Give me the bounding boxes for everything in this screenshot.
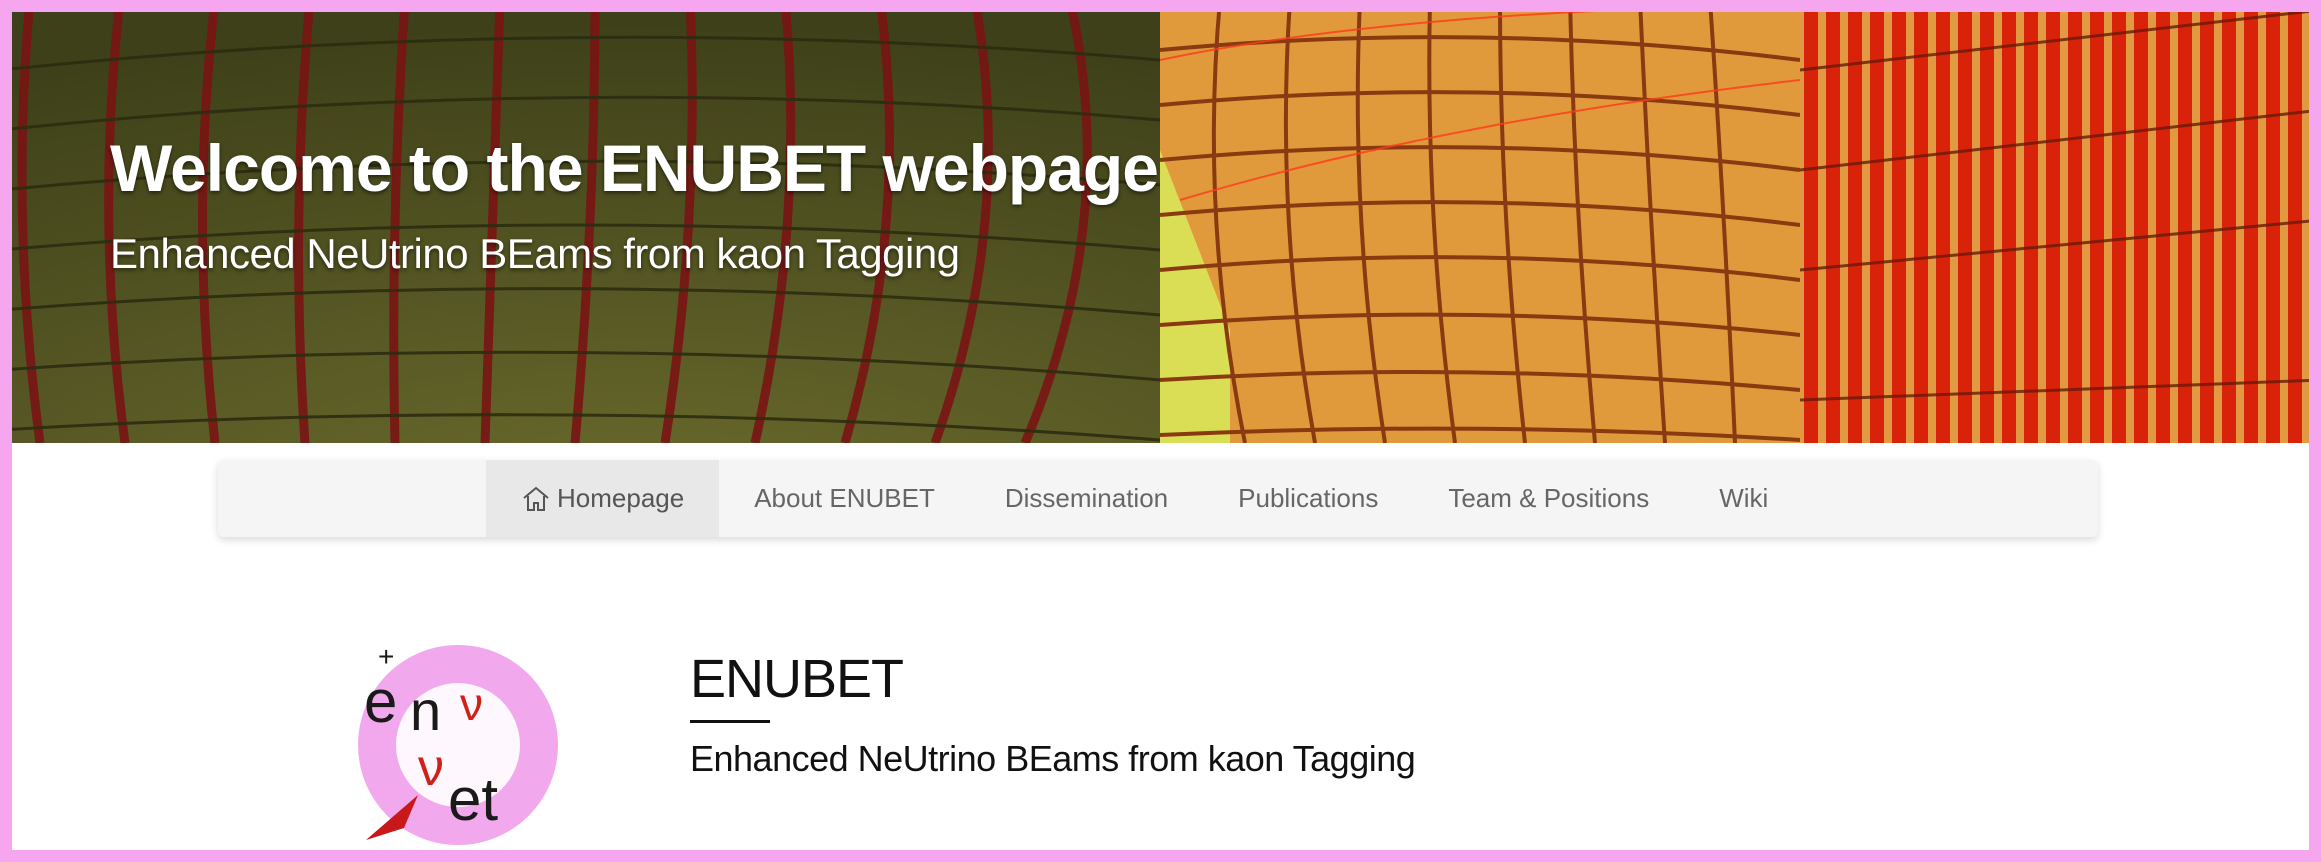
page-title: ENUBET bbox=[690, 649, 904, 709]
svg-text:e: e bbox=[364, 668, 397, 735]
nav-item-label: Publications bbox=[1238, 483, 1379, 513]
nav-item-label: Homepage bbox=[557, 483, 685, 513]
nav-item-wiki[interactable]: Wiki bbox=[1684, 460, 1803, 537]
nav-item-label: Team & Positions bbox=[1448, 483, 1650, 513]
nav-item-label: About ENUBET bbox=[754, 483, 935, 513]
nav-item-dissemination[interactable]: Dissemination bbox=[970, 460, 1203, 537]
hero-title: Welcome to the ENUBET webpage bbox=[110, 131, 1159, 205]
hero-banner: Welcome to the ENUBET webpage Enhanced N… bbox=[0, 0, 2321, 443]
title-underline bbox=[690, 720, 770, 723]
svg-text:n: n bbox=[410, 679, 441, 742]
home-icon bbox=[523, 486, 549, 511]
nav-item-publications[interactable]: Publications bbox=[1203, 460, 1413, 537]
enubet-logo: e + n ν ν et bbox=[358, 641, 558, 845]
hero-subtitle: Enhanced NeUtrino BEams from kaon Taggin… bbox=[110, 230, 960, 277]
page-subtitle: Enhanced NeUtrino BEams from kaon Taggin… bbox=[690, 738, 1416, 779]
main-navbar: Homepage About ENUBET Dissemination Publ… bbox=[218, 460, 2098, 537]
svg-text:ν: ν bbox=[418, 739, 444, 797]
nav-item-homepage[interactable]: Homepage bbox=[486, 460, 720, 537]
nav-item-label: Wiki bbox=[1719, 483, 1769, 513]
nav-item-label: Dissemination bbox=[1004, 483, 1169, 513]
navbar-spacer bbox=[218, 460, 486, 537]
nav-item-about[interactable]: About ENUBET bbox=[719, 460, 970, 537]
nav-item-team-positions[interactable]: Team & Positions bbox=[1413, 460, 1684, 537]
svg-text:+: + bbox=[378, 641, 394, 672]
svg-text:et: et bbox=[448, 766, 498, 833]
svg-text:ν: ν bbox=[460, 678, 483, 730]
